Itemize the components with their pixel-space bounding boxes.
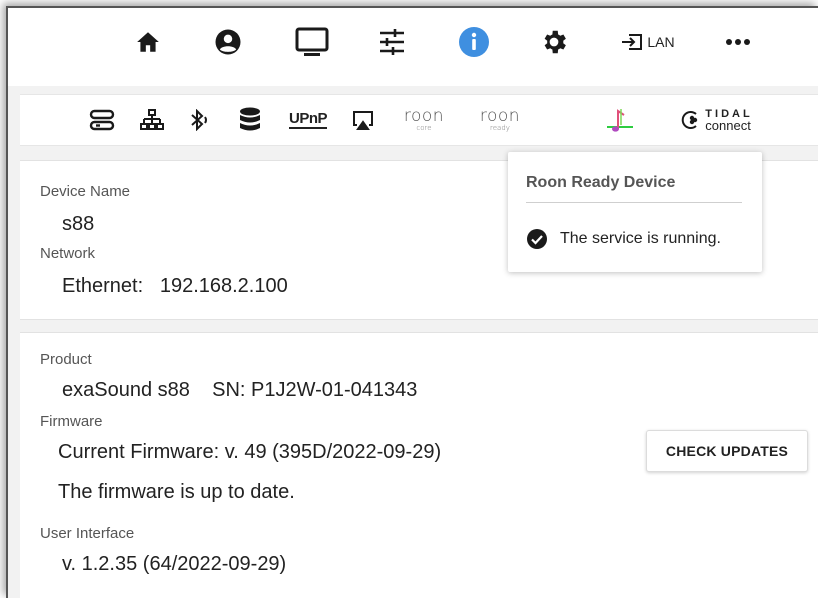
device-name-label: Device Name [40, 183, 131, 200]
top-navigation: LAN [8, 8, 818, 86]
tune-icon[interactable] [372, 22, 412, 62]
firmware-label: Firmware [40, 413, 103, 430]
firmware-current: Current Firmware: v. 49 (395D/2022-09-29… [58, 441, 442, 463]
roon-core-logo: roon core [403, 106, 445, 133]
bluetooth-icon[interactable] [182, 105, 218, 135]
input-icon [622, 34, 643, 50]
info-icon[interactable] [454, 22, 494, 62]
monitor-icon[interactable] [290, 22, 334, 62]
roon-ready-tooltip: Roon Ready Device The service is running… [508, 152, 762, 272]
account-icon[interactable] [208, 22, 248, 62]
home-icon[interactable] [128, 22, 168, 62]
roon-core-service[interactable]: roon core [392, 105, 456, 135]
user-interface-label: User Interface [40, 525, 135, 542]
tidal-icon [682, 111, 698, 129]
check-updates-button[interactable]: CHECK UPDATES [646, 430, 808, 472]
airplay-icon[interactable] [346, 105, 380, 135]
network-value: Ethernet: 192.168.2.100 [62, 275, 288, 297]
network-label: Network [40, 245, 96, 262]
user-interface-value: v. 1.2.35 (64/2022-09-29) [62, 553, 287, 575]
tooltip-status-text: The service is running. [560, 230, 721, 247]
roon-ready-service[interactable]: roon ready [468, 105, 532, 135]
music-note-icon[interactable] [600, 105, 640, 135]
server-icon[interactable] [84, 105, 120, 135]
services-bar: UPnP roon core roon ready TIDAL connect [20, 94, 818, 146]
input-source-button[interactable]: LAN [612, 22, 684, 62]
network-icon[interactable] [134, 105, 170, 135]
upnp-label: UPnP [288, 110, 328, 129]
check-circle-icon [527, 229, 547, 249]
gear-icon[interactable] [534, 22, 574, 62]
upnp-service[interactable]: UPnP [278, 105, 338, 135]
tooltip-title: Roon Ready Device [526, 174, 676, 191]
device-name-value: s88 [62, 213, 95, 235]
database-icon[interactable] [232, 105, 268, 135]
app-window: LAN UPnP roon core roon ready TIDAL conn… [6, 6, 818, 598]
tooltip-divider [526, 202, 742, 203]
lan-label: LAN [647, 34, 675, 50]
firmware-status: The firmware is up to date. [58, 481, 295, 503]
tooltip-status: The service is running. [526, 228, 721, 250]
product-value: exaSound s88 SN: P1J2W-01-041343 [62, 379, 418, 401]
more-icon[interactable] [718, 22, 758, 62]
tidal-connect-logo: TIDAL connect [679, 108, 752, 132]
tidal-connect-service[interactable]: TIDAL connect [666, 105, 766, 135]
product-label: Product [40, 351, 92, 368]
roon-ready-logo: roon ready [479, 106, 521, 133]
product-card: Product exaSound s88 SN: P1J2W-01-041343… [20, 332, 818, 598]
